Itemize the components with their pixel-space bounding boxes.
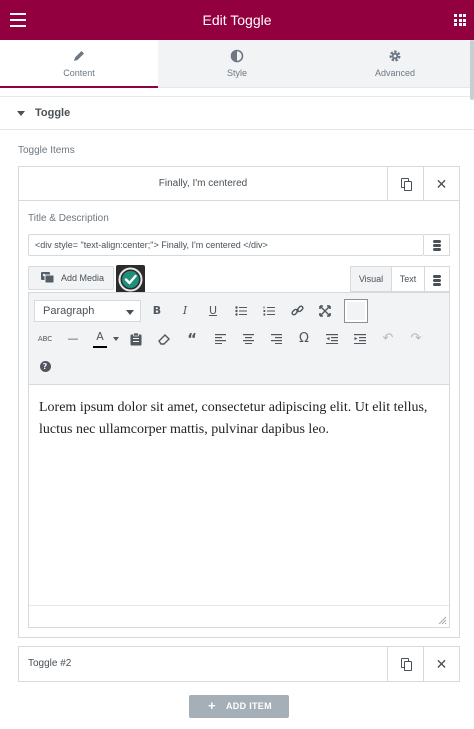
duplicate-button[interactable] (387, 647, 423, 681)
indent-icon (354, 334, 366, 345)
title-description-input[interactable]: <div style= "text-align:center;"> Finall… (28, 234, 424, 256)
help-icon: ? (39, 360, 51, 372)
add-media-button[interactable]: Add Media (28, 266, 114, 290)
tab-advanced[interactable]: Advanced (316, 40, 474, 88)
close-icon: ✕ (435, 656, 448, 672)
help-button[interactable]: ? (34, 355, 56, 377)
dynamic-tags-button-editor[interactable] (425, 266, 450, 292)
repeater-item-header: Toggle #2 ✕ (19, 647, 459, 681)
expand-icon (319, 305, 331, 317)
repeater-item-title[interactable]: Toggle #2 (19, 647, 387, 681)
add-item-label: ADD ITEM (226, 701, 272, 711)
tab-style[interactable]: Style (158, 40, 316, 88)
close-icon: ✕ (435, 176, 448, 192)
caret-down-icon (17, 111, 25, 116)
text-color-icon: A (93, 328, 107, 348)
dynamic-tags-button[interactable] (424, 234, 450, 256)
remove-button[interactable]: ✕ (423, 167, 459, 201)
editor-toolbar: Paragraph B I U ABC — A “ Ω ↶ ↷ ? (29, 293, 449, 385)
tab-advanced-label: Advanced (374, 68, 416, 78)
repeater-item-title[interactable]: Finally, I'm centered (19, 167, 387, 201)
undo-button[interactable]: ↶ (377, 328, 399, 350)
bold-button[interactable]: B (146, 300, 168, 322)
eraser-icon (158, 334, 170, 345)
panel-scrollbar[interactable] (470, 40, 474, 100)
paste-text-button[interactable] (125, 328, 147, 350)
repeater-item: Toggle #2 ✕ (18, 646, 460, 682)
outdent-icon (326, 334, 338, 345)
panel-title: Edit Toggle (202, 12, 272, 28)
title-description-label: Title & Description (28, 213, 109, 224)
align-left-icon (214, 334, 226, 345)
tab-visual[interactable]: Visual (350, 266, 392, 292)
horizontal-line-button[interactable]: — (62, 328, 84, 350)
align-right-button[interactable] (265, 328, 287, 350)
media-icon (41, 272, 55, 284)
chevron-down-icon (126, 310, 134, 315)
align-center-button[interactable] (237, 328, 259, 350)
italic-button[interactable]: I (174, 300, 196, 322)
bullet-list-button[interactable] (230, 300, 252, 322)
tab-content-label: Content (63, 68, 95, 78)
rich-text-editor: Paragraph B I U ABC — A “ Ω ↶ ↷ ? Lorem … (28, 292, 450, 628)
editor-statusbar (29, 605, 449, 627)
format-select-value: Paragraph (43, 305, 95, 317)
resize-handle-icon[interactable] (437, 615, 447, 625)
section-title: Toggle (35, 107, 71, 119)
toggle-items-label: Toggle Items (18, 145, 75, 156)
strikethrough-button[interactable]: ABC (34, 328, 56, 350)
blockquote-button[interactable]: “ (181, 328, 203, 350)
numbered-list-button[interactable] (258, 300, 280, 322)
add-media-label: Add Media (61, 273, 105, 283)
database-icon (433, 240, 441, 251)
check-circle-icon (118, 267, 143, 292)
tab-text[interactable]: Text (392, 266, 425, 292)
align-left-button[interactable] (209, 328, 231, 350)
text-color-dropdown[interactable] (110, 328, 122, 350)
remove-button[interactable]: ✕ (423, 647, 459, 681)
editor-header: Edit Toggle (0, 0, 474, 40)
half-circle-icon (158, 49, 316, 63)
indent-button[interactable] (349, 328, 371, 350)
add-item-button[interactable]: + ADD ITEM (189, 695, 289, 718)
pencil-icon (0, 49, 158, 63)
format-select[interactable]: Paragraph (34, 300, 141, 322)
copy-icon-front (404, 181, 412, 191)
underline-button[interactable]: U (202, 300, 224, 322)
chevron-down-icon (113, 337, 119, 341)
plus-icon: + (208, 698, 216, 713)
align-right-icon (270, 334, 282, 345)
clipboard-icon (130, 332, 142, 346)
grammar-check-button[interactable] (116, 265, 145, 294)
bullet-list-icon (235, 306, 247, 316)
tab-style-label: Style (226, 68, 247, 78)
copy-icon-front (404, 661, 412, 671)
fullscreen-button[interactable] (314, 300, 336, 322)
numbered-list-icon (263, 306, 275, 316)
link-button[interactable] (286, 300, 308, 322)
toggle-section-header[interactable]: Toggle (0, 96, 474, 130)
text-color-button[interactable]: A (90, 328, 110, 350)
duplicate-button[interactable] (387, 167, 423, 201)
redo-button[interactable]: ↷ (405, 328, 427, 350)
align-center-icon (242, 334, 254, 345)
toolbar-toggle-button[interactable] (344, 299, 368, 323)
grid-icon[interactable] (454, 14, 466, 26)
editor-mode-tabs: Visual Text (350, 266, 450, 292)
tab-content[interactable]: Content (0, 40, 158, 88)
panel-tabs: Content Style Advanced (0, 40, 474, 88)
database-icon (433, 275, 441, 286)
toolbar-toggle-icon (347, 302, 365, 320)
repeater-item-header: Finally, I'm centered ✕ (19, 167, 459, 201)
clear-formatting-button[interactable] (153, 328, 175, 350)
editor-content[interactable]: Lorem ipsum dolor sit amet, consectetur … (39, 397, 443, 441)
outdent-button[interactable] (321, 328, 343, 350)
gear-icon (316, 49, 474, 63)
special-character-button[interactable]: Ω (293, 328, 315, 350)
link-icon (290, 305, 304, 316)
